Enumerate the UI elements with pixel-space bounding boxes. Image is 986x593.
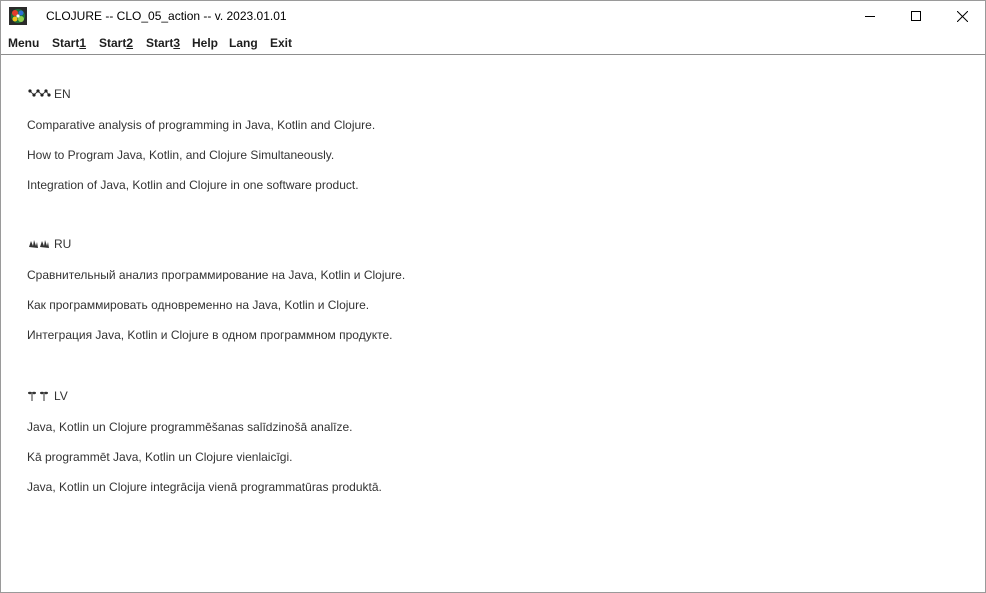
menu-item-help[interactable]: Help xyxy=(192,36,218,50)
menu-item-start2[interactable]: Start2 xyxy=(99,36,133,50)
maximize-icon xyxy=(911,11,921,21)
close-icon xyxy=(957,11,968,22)
minimize-button[interactable] xyxy=(847,1,893,32)
app-window: CLOJURE -- CLO_05_action -- v. 2023.01.0… xyxy=(0,0,986,593)
clojure-app-icon[interactable] xyxy=(9,7,27,25)
close-button[interactable] xyxy=(939,1,985,32)
section-lang-label: EN xyxy=(54,87,71,101)
window-title: CLOJURE -- CLO_05_action -- v. 2023.01.0… xyxy=(46,9,287,23)
text-line: How to Program Java, Kotlin, and Clojure… xyxy=(27,148,335,162)
section-heading-lv: LV xyxy=(27,389,68,403)
section-heading-ru: RU xyxy=(27,237,71,251)
menu-item-start1[interactable]: Start1 xyxy=(52,36,86,50)
maximize-button[interactable] xyxy=(893,1,939,32)
waving-hands-icon xyxy=(27,238,51,250)
minimize-icon xyxy=(865,16,875,17)
title-bar[interactable]: CLOJURE -- CLO_05_action -- v. 2023.01.0… xyxy=(1,1,985,32)
section-lang-label: LV xyxy=(54,389,68,403)
menu-bar: Menu Start1 Start2 Start3 Help Lang Exit xyxy=(1,32,985,54)
text-line: Integration of Java, Kotlin and Clojure … xyxy=(27,178,359,192)
text-line: Comparative analysis of programming in J… xyxy=(27,118,376,132)
molecule-icon xyxy=(27,88,51,100)
menu-item-lang[interactable]: Lang xyxy=(229,36,258,50)
menu-item-exit[interactable]: Exit xyxy=(270,36,292,50)
sprout-icon xyxy=(27,390,51,402)
text-line: Java, Kotlin un Clojure programmēšanas s… xyxy=(27,420,353,434)
section-heading-en: EN xyxy=(27,87,71,101)
content-panel: EN Comparative analysis of programming i… xyxy=(1,55,985,592)
text-line: Интеграция Java, Kotlin и Clojure в одно… xyxy=(27,328,393,342)
menu-item-menu[interactable]: Menu xyxy=(8,36,39,50)
section-lang-label: RU xyxy=(54,237,72,251)
text-line: Kā programmēt Java, Kotlin un Clojure vi… xyxy=(27,450,293,464)
menu-item-start3[interactable]: Start3 xyxy=(146,36,180,50)
text-line: Java, Kotlin un Clojure integrācija vien… xyxy=(27,480,382,494)
text-line: Как программировать одновременно на Java… xyxy=(27,298,370,312)
text-line: Сравнительный анализ программирование на… xyxy=(27,268,406,282)
